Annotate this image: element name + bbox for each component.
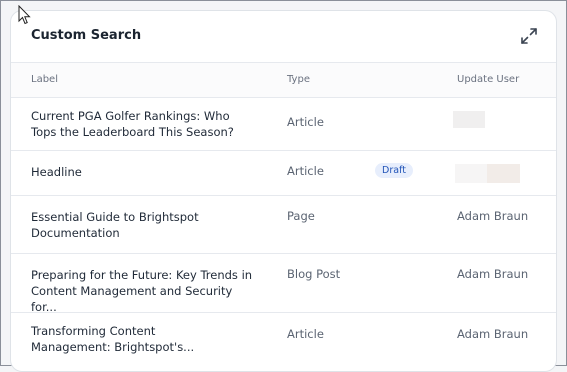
user-avatar-placeholder <box>487 164 520 183</box>
row-label[interactable]: Headline <box>31 164 259 180</box>
user-avatar-placeholder <box>455 164 487 183</box>
row-label-line: Management: Brightspot's... <box>31 340 195 354</box>
custom-search-panel: Custom Search Label Type Update User Cur… <box>10 10 557 372</box>
row-label-line: Headline <box>31 165 82 179</box>
row-label-line: Essential Guide to Brightspot <box>31 210 199 224</box>
row-label-line: Current PGA Golfer Rankings: Who <box>31 109 230 123</box>
expand-icon[interactable] <box>520 27 538 45</box>
row-label-line: Preparing for the Future: Key Trends in <box>31 268 253 282</box>
panel-title: Custom Search <box>31 28 142 43</box>
row-label-line: Content Management and Security for... <box>31 284 233 314</box>
row-label[interactable]: Essential Guide to Brightspot Documentat… <box>31 209 259 241</box>
status-badge: Draft <box>375 163 413 178</box>
row-type: Blog Post <box>287 267 341 281</box>
row-update-user: Adam Braun <box>457 267 529 281</box>
row-label[interactable]: Preparing for the Future: Key Trends in … <box>31 267 259 315</box>
column-header-label[interactable]: Label <box>31 74 58 85</box>
user-avatar-placeholder <box>453 111 485 128</box>
row-label[interactable]: Transforming Content Management: Brights… <box>31 323 259 355</box>
table-header-row: Label Type Update User <box>11 63 556 98</box>
row-label-line: Tops the Leaderboard This Season? <box>31 125 234 139</box>
row-label[interactable]: Current PGA Golfer Rankings: Who Tops th… <box>31 108 259 140</box>
table-row[interactable]: Preparing for the Future: Key Trends in … <box>11 254 556 315</box>
row-type: Article <box>287 164 324 178</box>
table-row[interactable]: Transforming Content Management: Brights… <box>11 313 556 371</box>
table-row[interactable]: Current PGA Golfer Rankings: Who Tops th… <box>11 98 556 151</box>
row-type: Article <box>287 115 324 129</box>
column-header-type[interactable]: Type <box>287 74 310 85</box>
column-header-update-user[interactable]: Update User <box>457 74 519 85</box>
row-type: Page <box>287 209 315 223</box>
panel-header: Custom Search <box>11 11 556 63</box>
mouse-pointer-icon <box>18 5 31 25</box>
row-update-user: Adam Braun <box>457 209 529 223</box>
table-row[interactable]: Headline Article Draft <box>11 151 556 196</box>
row-type: Article <box>287 327 324 341</box>
row-update-user: Adam Braun <box>457 327 529 341</box>
row-label-line: Documentation <box>31 226 120 240</box>
row-label-line: Transforming Content <box>31 324 156 338</box>
table-row[interactable]: Essential Guide to Brightspot Documentat… <box>11 196 556 254</box>
